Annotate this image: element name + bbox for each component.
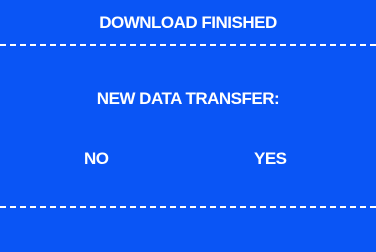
download-finished-dialog: DOWNLOAD FINISHED NEW DATA TRANSFER: NO … <box>0 0 376 252</box>
bottom-divider <box>0 206 376 208</box>
top-divider <box>0 44 376 46</box>
transfer-prompt: NEW DATA TRANSFER: <box>96 89 280 108</box>
dialog-title: DOWNLOAD FINISHED <box>99 13 277 32</box>
yes-button[interactable]: YES <box>250 146 291 172</box>
no-button[interactable]: NO <box>80 146 113 172</box>
